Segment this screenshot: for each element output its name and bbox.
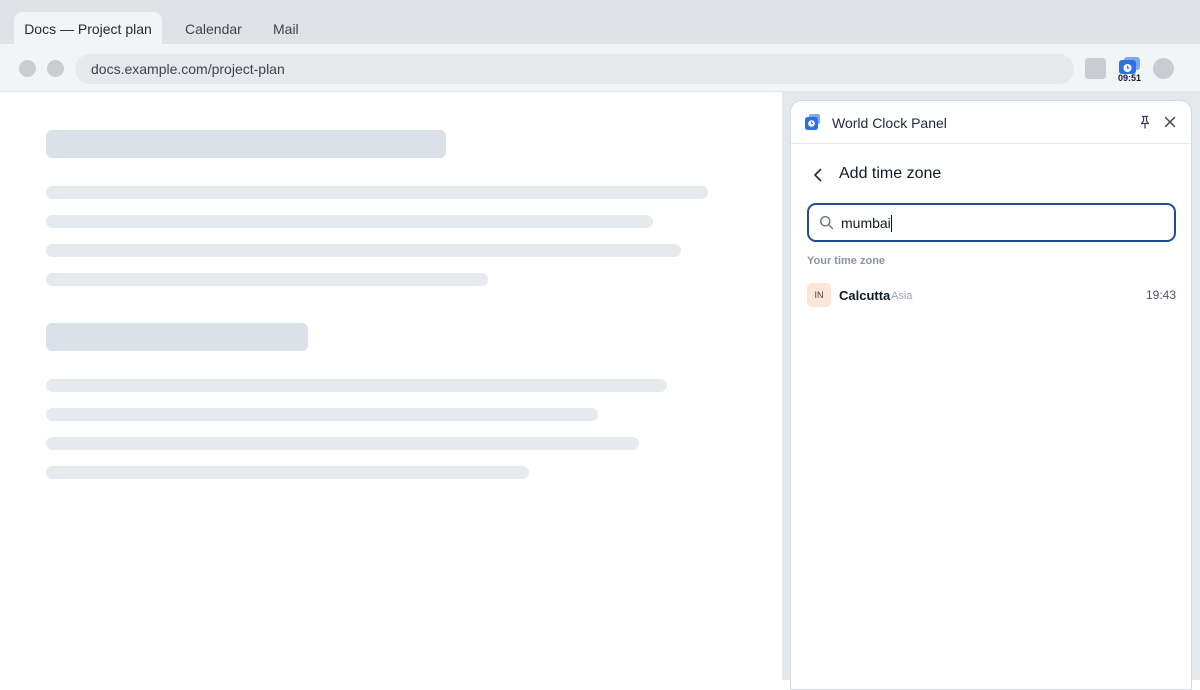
local-time: 19:43: [1145, 288, 1176, 302]
extension-time-badge: 09:51: [1117, 73, 1142, 83]
panel-header: World Clock Panel: [791, 101, 1191, 144]
tab-mail[interactable]: Mail: [273, 12, 299, 44]
tab-docs-project-plan[interactable]: Docs — Project plan: [14, 12, 162, 44]
skeleton-line: [46, 244, 681, 257]
skeleton-heading: [46, 130, 446, 158]
panel-title: World Clock Panel: [832, 115, 947, 131]
address-bar[interactable]: docs.example.com/project-plan: [75, 54, 1074, 84]
region-name: Asia: [891, 290, 913, 302]
chevron-left-icon[interactable]: [807, 164, 829, 186]
skeleton-heading: [46, 323, 308, 351]
skeleton-line: [46, 273, 488, 286]
time-zone-search-box[interactable]: [807, 203, 1176, 242]
tab-calendar[interactable]: Calendar: [185, 12, 242, 44]
time-zone-result-row[interactable]: IN Calcutta Asia 19:43: [807, 282, 1176, 309]
world-clock-extension-button[interactable]: 09:51: [1116, 56, 1143, 86]
city-name: Calcutta: [839, 288, 891, 303]
search-icon: [820, 216, 834, 230]
section-label: Your time zone: [807, 255, 886, 267]
world-clock-icon: [805, 114, 820, 130]
back-button[interactable]: [19, 60, 36, 77]
browser-tab-bar: Docs — Project plan Calendar Mail: [0, 0, 1200, 44]
skeleton-line: [46, 379, 667, 392]
document-content: [0, 92, 782, 680]
close-icon[interactable]: [1162, 114, 1178, 130]
page-title: Add time zone: [839, 165, 942, 182]
search-input[interactable]: [841, 212, 1161, 234]
profile-avatar[interactable]: [1153, 58, 1174, 79]
skeleton-line: [46, 186, 708, 199]
text-caret: [891, 215, 892, 232]
add-time-zone-header: Add time zone: [807, 163, 1177, 187]
forward-button[interactable]: [47, 60, 64, 77]
skeleton-line: [46, 215, 653, 228]
country-code-badge: IN: [807, 283, 831, 307]
browser-toolbar: docs.example.com/project-plan 09:51: [0, 44, 1200, 92]
world-clock-side-panel: World Clock Panel Add time zone Your tim…: [790, 100, 1192, 690]
skeleton-line: [46, 408, 598, 421]
skeleton-line: [46, 437, 639, 450]
skeleton-line: [46, 466, 529, 479]
pin-icon[interactable]: [1137, 114, 1153, 130]
extension-button[interactable]: [1085, 58, 1106, 79]
